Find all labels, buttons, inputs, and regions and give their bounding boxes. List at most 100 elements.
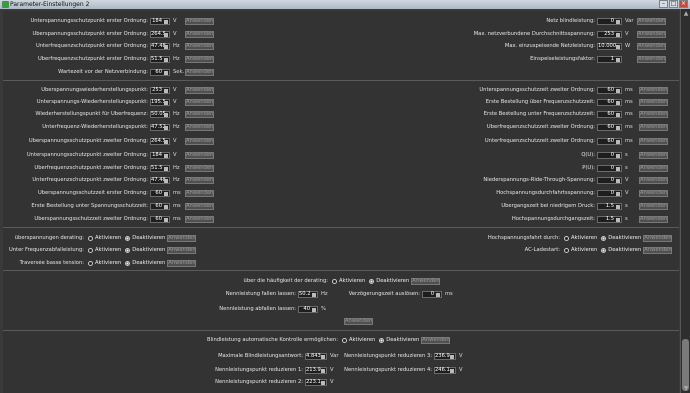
activate-radio[interactable]: [342, 337, 347, 343]
param-input[interactable]: 195.5: [150, 98, 170, 106]
apply-button[interactable]: Anwenden: [167, 259, 197, 267]
activate-radio[interactable]: [332, 278, 337, 284]
apply-button[interactable]: Anwenden: [185, 110, 214, 118]
vertical-scrollbar[interactable]: ▲ ▼: [680, 9, 690, 393]
scroll-up-icon[interactable]: ▲: [682, 10, 690, 17]
apply-button[interactable]: Anwenden: [643, 234, 673, 242]
param-input[interactable]: 51.5: [150, 164, 170, 172]
apply-button[interactable]: Anwenden: [639, 164, 668, 172]
apply-button[interactable]: Anwenden: [639, 123, 668, 131]
apply-button[interactable]: Anwenden: [639, 86, 668, 94]
apply-button[interactable]: Anwenden: [637, 55, 666, 63]
param-input[interactable]: 47.52: [150, 123, 170, 131]
apply-button[interactable]: Anwenden: [185, 164, 214, 172]
deactivate-radio[interactable]: [369, 278, 375, 284]
param-input[interactable]: 10.000: [597, 42, 622, 50]
param-unit: Var: [330, 353, 339, 359]
minimize-icon[interactable]: –: [659, 0, 668, 8]
deactivate-radio[interactable]: [601, 247, 607, 253]
param-input[interactable]: 246.1: [434, 366, 456, 374]
apply-button[interactable]: Anwenden: [185, 68, 214, 76]
param-input[interactable]: 0: [597, 189, 622, 197]
close-icon[interactable]: ×: [679, 0, 688, 8]
param-input[interactable]: 60: [150, 202, 170, 210]
apply-button[interactable]: Anwenden: [167, 234, 197, 242]
apply-button[interactable]: Anwenden: [637, 42, 666, 50]
param-input[interactable]: 60: [150, 215, 170, 223]
apply-button[interactable]: Anwenden: [185, 30, 214, 38]
apply-button[interactable]: Anwenden: [637, 30, 666, 38]
apply-button[interactable]: Anwenden: [185, 17, 214, 25]
param-input[interactable]: 60: [597, 137, 622, 145]
apply-button[interactable]: Anwenden: [185, 123, 214, 131]
apply-button[interactable]: Anwenden: [185, 98, 214, 106]
apply-button[interactable]: Anwenden: [639, 110, 668, 118]
param-input[interactable]: 50.05: [150, 110, 170, 118]
param-input[interactable]: 60: [597, 86, 622, 94]
param-input[interactable]: 213.9: [305, 366, 327, 374]
deactivate-radio[interactable]: [125, 235, 131, 241]
param-input[interactable]: 0: [597, 176, 622, 184]
param-input[interactable]: 47.48: [150, 176, 170, 184]
apply-button[interactable]: Anwenden: [344, 318, 373, 325]
apply-button[interactable]: Anwenden: [639, 189, 668, 197]
apply-button[interactable]: Anwenden: [185, 215, 214, 223]
maximize-icon[interactable]: □: [669, 0, 678, 8]
activate-radio[interactable]: [88, 235, 93, 241]
apply-button[interactable]: Anwenden: [639, 151, 668, 159]
param-input[interactable]: 223.1: [305, 378, 327, 386]
param-input[interactable]: 0: [422, 290, 442, 298]
apply-button[interactable]: Anwenden: [185, 176, 214, 184]
param-input[interactable]: 0: [597, 164, 622, 172]
param-input[interactable]: 50.2: [298, 290, 318, 298]
param-input[interactable]: 4.843: [305, 352, 327, 360]
activate-radio[interactable]: [88, 247, 93, 253]
scroll-thumb[interactable]: [682, 339, 689, 391]
param-input[interactable]: 51.5: [150, 55, 170, 63]
apply-button[interactable]: Anwenden: [421, 336, 451, 344]
param-input[interactable]: 253: [597, 30, 622, 38]
apply-button[interactable]: Anwenden: [185, 137, 214, 145]
param-input[interactable]: 0: [597, 151, 622, 159]
param-input[interactable]: 236.9: [434, 352, 456, 360]
deactivate-radio[interactable]: [601, 235, 607, 241]
deactivate-radio[interactable]: [379, 337, 385, 343]
param-input[interactable]: 1.5: [597, 202, 622, 210]
activate-radio[interactable]: [88, 260, 93, 266]
activate-radio[interactable]: [564, 247, 569, 253]
apply-button[interactable]: Anwenden: [639, 202, 668, 210]
apply-button[interactable]: Anwenden: [185, 202, 214, 210]
param-input[interactable]: 47.48: [150, 42, 170, 50]
apply-button[interactable]: Anwenden: [639, 176, 668, 184]
apply-button[interactable]: Anwenden: [639, 98, 668, 106]
param-input[interactable]: 60: [597, 98, 622, 106]
param-input[interactable]: 60: [150, 189, 170, 197]
deactivate-radio[interactable]: [125, 260, 131, 266]
param-input[interactable]: 1.5: [597, 215, 622, 223]
param-input[interactable]: 60: [597, 123, 622, 131]
param-input[interactable]: 184: [150, 151, 170, 159]
apply-button[interactable]: Anwenden: [185, 189, 214, 197]
apply-button[interactable]: Anwenden: [637, 17, 666, 25]
param-input[interactable]: 1: [597, 55, 622, 63]
param-input[interactable]: 264.5: [150, 30, 170, 38]
param-input[interactable]: 0: [597, 17, 622, 25]
deactivate-radio[interactable]: [125, 247, 131, 253]
param-input[interactable]: 253: [150, 86, 170, 94]
param-input[interactable]: 60: [150, 68, 170, 76]
apply-button[interactable]: Anwenden: [185, 55, 214, 63]
apply-button[interactable]: Anwenden: [639, 137, 668, 145]
param-input[interactable]: 60: [597, 110, 622, 118]
apply-button[interactable]: Anwenden: [167, 246, 197, 254]
apply-button[interactable]: Anwenden: [643, 246, 673, 254]
apply-button[interactable]: Anwenden: [185, 151, 214, 159]
scroll-down-icon[interactable]: ▼: [682, 385, 690, 392]
apply-button[interactable]: Anwenden: [185, 42, 214, 50]
activate-radio[interactable]: [564, 235, 569, 241]
param-input[interactable]: 184: [150, 17, 170, 25]
param-input[interactable]: 40: [298, 305, 318, 313]
apply-button[interactable]: Anwenden: [411, 277, 441, 285]
param-input[interactable]: 264.5: [150, 137, 170, 145]
apply-button[interactable]: Anwenden: [639, 215, 668, 223]
apply-button[interactable]: Anwenden: [185, 86, 214, 94]
